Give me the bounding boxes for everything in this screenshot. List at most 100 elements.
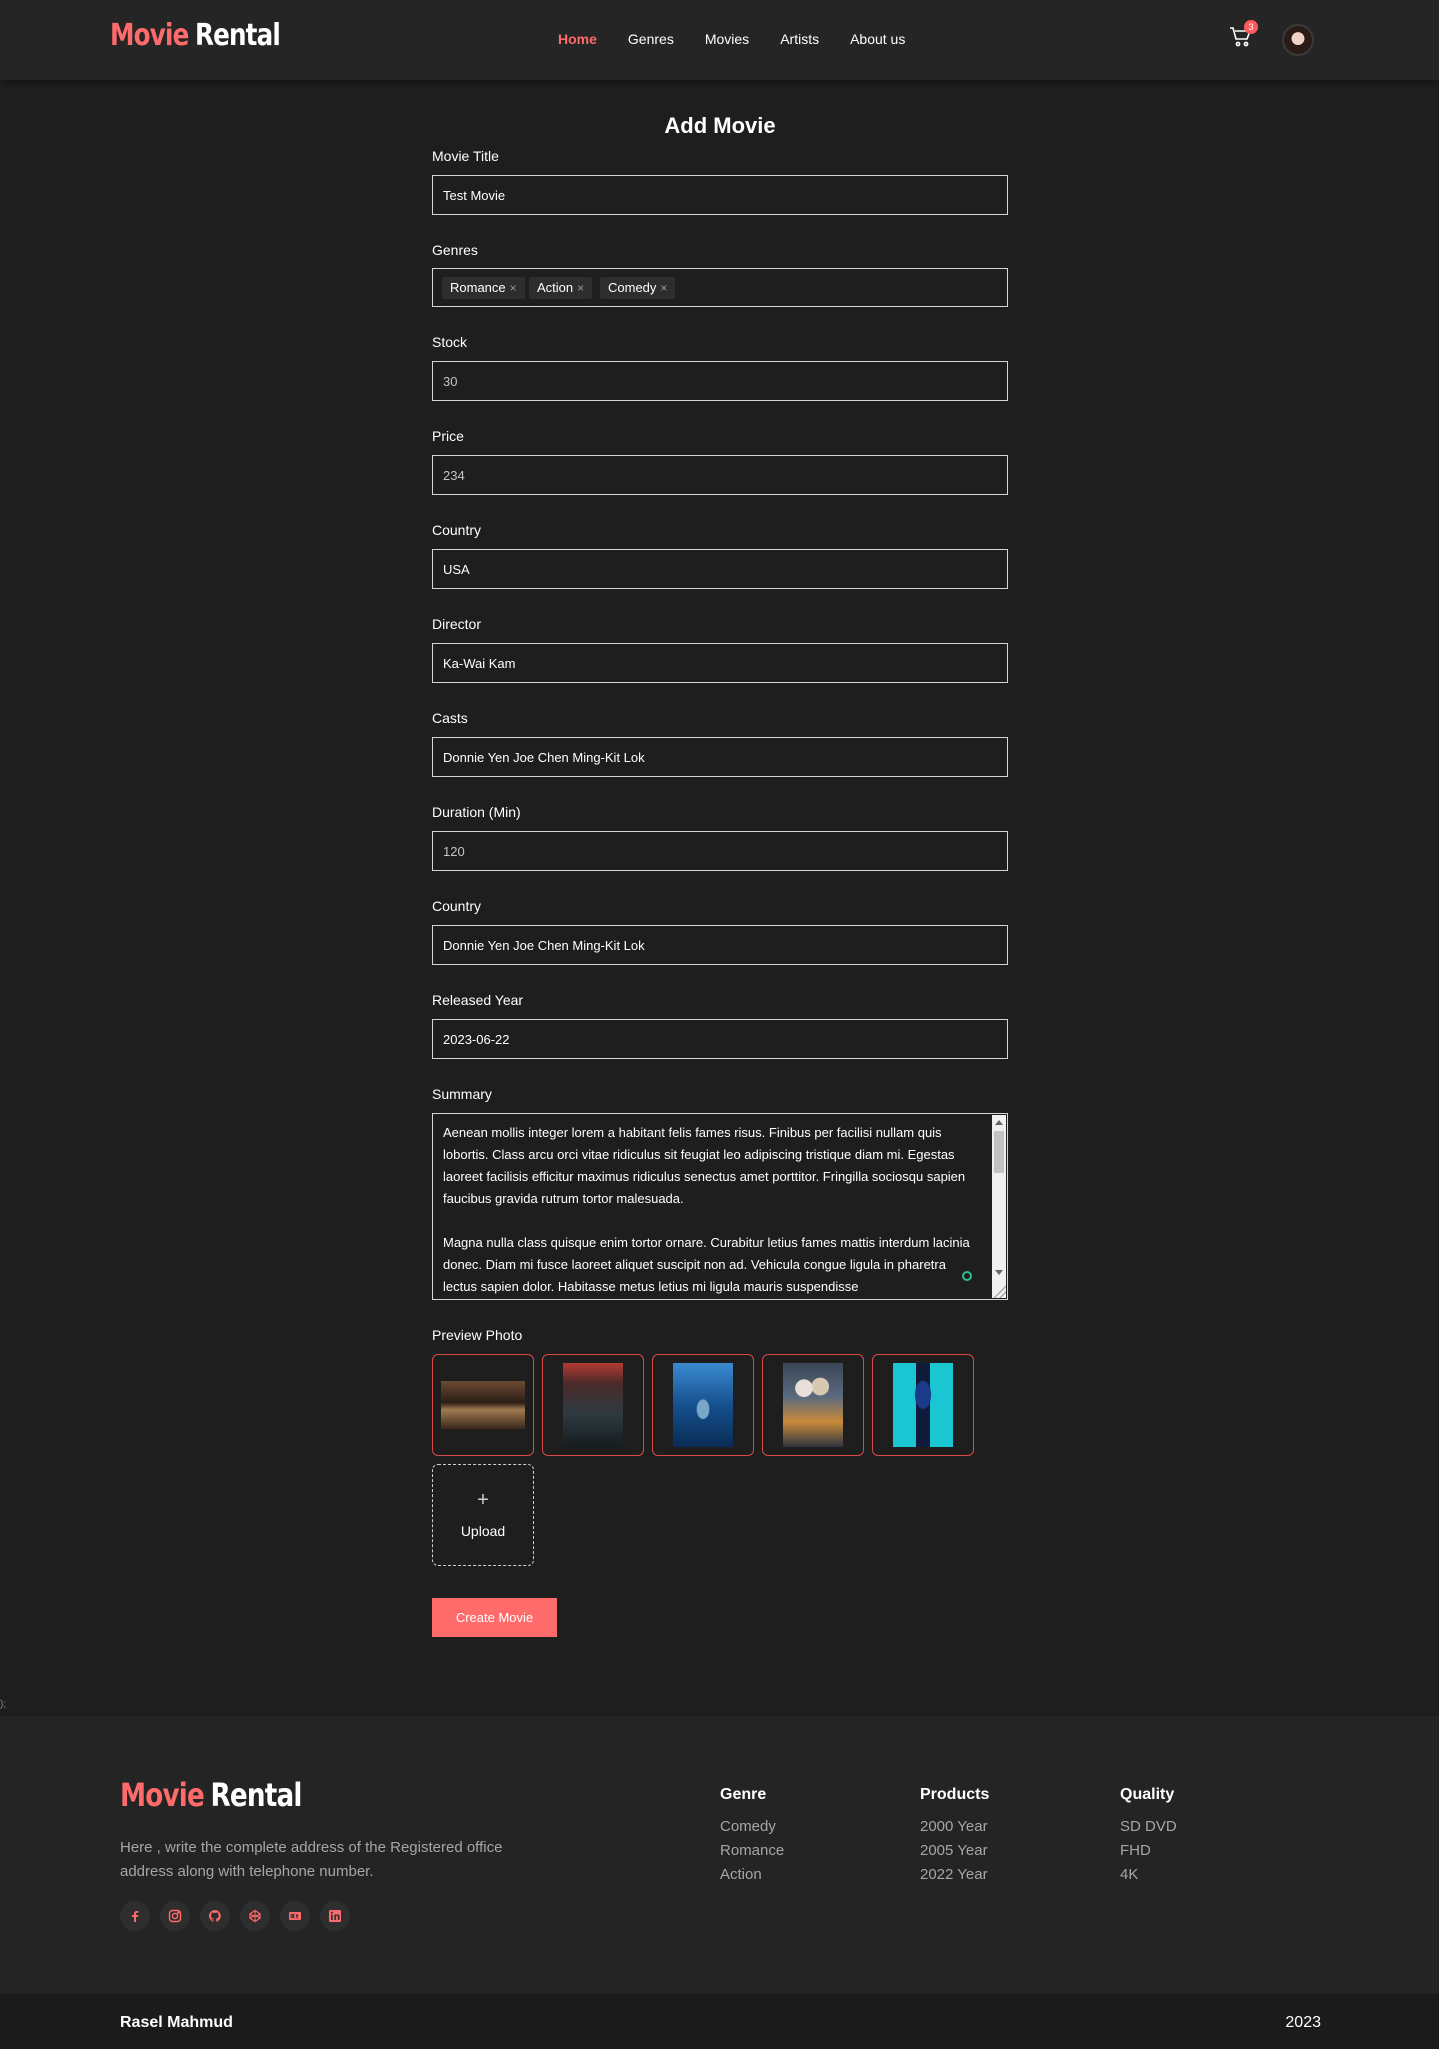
- nav-genres[interactable]: Genres: [628, 31, 674, 47]
- footer-description: Here , write the complete address of the…: [120, 1839, 503, 1880]
- casts-value: Donnie Yen Joe Chen Ming-Kit Lok: [443, 750, 645, 765]
- social-links: [120, 1901, 360, 1931]
- bottom-bar: Rasel Mahmud 2023: [0, 1994, 1439, 2049]
- summary-paragraph-2: Magna nulla class quisque enim tortor or…: [443, 1235, 970, 1294]
- movie-title-value: Test Movie: [443, 188, 506, 203]
- summary-textarea[interactable]: Aenean mollis integer lorem a habitant f…: [432, 1113, 1008, 1300]
- preview-thumbnail[interactable]: [542, 1354, 644, 1456]
- footer-link[interactable]: Romance: [720, 1839, 784, 1863]
- summary-label: Summary: [432, 1086, 492, 1102]
- preview-thumbnail[interactable]: [872, 1354, 974, 1456]
- facebook-icon[interactable]: [120, 1901, 150, 1931]
- cart-count-badge: 3: [1244, 20, 1258, 34]
- summary-scrollbar[interactable]: [992, 1115, 1006, 1298]
- photo-city-street: [563, 1363, 623, 1447]
- stock-input[interactable]: 30: [432, 361, 1008, 401]
- footer-link[interactable]: 2022 Year: [920, 1863, 989, 1887]
- github-icon[interactable]: [200, 1901, 230, 1931]
- footer-link[interactable]: 4K: [1120, 1863, 1177, 1887]
- casts-input[interactable]: Donnie Yen Joe Chen Ming-Kit Lok: [432, 737, 1008, 777]
- country2-value: Donnie Yen Joe Chen Ming-Kit Lok: [443, 938, 645, 953]
- preview-thumbnail[interactable]: [762, 1354, 864, 1456]
- country2-label: Country: [432, 898, 482, 914]
- stray-text: );: [0, 1699, 7, 1710]
- scroll-up-arrow-icon[interactable]: [995, 1120, 1003, 1125]
- main-nav: Home Genres Movies Artists About us: [558, 31, 936, 47]
- scroll-down-arrow-icon[interactable]: [995, 1270, 1003, 1275]
- country-label: Country: [432, 522, 482, 538]
- close-icon[interactable]: ×: [510, 281, 517, 295]
- duration-value: 120: [443, 844, 465, 859]
- footer-author: Rasel Mahmud: [120, 2014, 233, 2031]
- released-year-label: Released Year: [432, 992, 524, 1008]
- duration-label: Duration (Min): [432, 804, 521, 820]
- page-title: Add Movie: [664, 113, 776, 138]
- photo-anime-couple: [783, 1363, 843, 1447]
- photo-blue-hand: [893, 1363, 953, 1447]
- create-movie-button[interactable]: Create Movie: [432, 1598, 557, 1637]
- grammar-checker-icon[interactable]: [962, 1271, 972, 1281]
- user-avatar[interactable]: [1282, 24, 1314, 56]
- preview-thumbnail[interactable]: [432, 1354, 534, 1456]
- preview-thumbnail[interactable]: [652, 1354, 754, 1456]
- footer: Movie Rental Here , write the complete a…: [0, 1716, 1439, 1994]
- released-year-input[interactable]: 2023-06-22: [432, 1019, 1008, 1059]
- scroll-thumb[interactable]: [994, 1131, 1004, 1173]
- footer-link[interactable]: SD DVD: [1120, 1815, 1177, 1839]
- top-navbar: Movie Rental Home Genres Movies Artists …: [0, 0, 1439, 80]
- brand-logo[interactable]: Movie Rental: [110, 18, 281, 53]
- nav-artists[interactable]: Artists: [780, 31, 819, 47]
- footer-column-genre: Genre Comedy Romance Action: [720, 1786, 784, 1887]
- country-input[interactable]: USA: [432, 549, 1008, 589]
- nav-home[interactable]: Home: [558, 31, 597, 47]
- instagram-icon[interactable]: [160, 1901, 190, 1931]
- photo-hall: [441, 1381, 525, 1429]
- footer-link[interactable]: FHD: [1120, 1839, 1177, 1863]
- genres-multiselect[interactable]: Romance × Action × Comedy ×: [432, 268, 1008, 307]
- footer-link[interactable]: Comedy: [720, 1815, 784, 1839]
- stock-label: Stock: [432, 334, 468, 350]
- summary-paragraph-1: Aenean mollis integer lorem a habitant f…: [443, 1125, 966, 1206]
- nav-about-us[interactable]: About us: [850, 31, 905, 47]
- country2-input[interactable]: Donnie Yen Joe Chen Ming-Kit Lok: [432, 925, 1008, 965]
- movie-title-input[interactable]: Test Movie: [432, 175, 1008, 215]
- upload-label: Upload: [460, 1523, 506, 1539]
- country-value: USA: [443, 562, 470, 577]
- price-label: Price: [432, 428, 464, 444]
- dev-icon[interactable]: [280, 1901, 310, 1931]
- movie-title-label: Movie Title: [432, 148, 499, 164]
- footer-brand-part1: Movie: [120, 1776, 205, 1814]
- price-input[interactable]: 234: [432, 455, 1008, 495]
- genres-label: Genres: [432, 242, 478, 258]
- stock-value: 30: [443, 374, 458, 389]
- footer-column-title: Genre: [720, 1786, 767, 1803]
- genre-tag: Romance ×: [442, 277, 525, 299]
- brand-name-part2: Rental: [194, 18, 281, 53]
- close-icon[interactable]: ×: [577, 281, 584, 295]
- photo-shark: [673, 1363, 733, 1447]
- footer-link[interactable]: 2005 Year: [920, 1839, 989, 1863]
- preview-photo-label: Preview Photo: [432, 1327, 523, 1343]
- duration-input[interactable]: 120: [432, 831, 1008, 871]
- casts-label: Casts: [432, 710, 468, 726]
- codepen-icon[interactable]: [240, 1901, 270, 1931]
- genre-tag: Action ×: [529, 277, 593, 299]
- price-value: 234: [443, 468, 465, 483]
- linkedin-icon[interactable]: [320, 1901, 350, 1931]
- close-icon[interactable]: ×: [660, 281, 667, 295]
- director-value: Ka-Wai Kam: [443, 656, 516, 671]
- director-input[interactable]: Ka-Wai Kam: [432, 643, 1008, 683]
- footer-link[interactable]: 2000 Year: [920, 1815, 989, 1839]
- footer-brand-logo[interactable]: Movie Rental: [120, 1776, 302, 1814]
- brand-name-part1: Movie: [110, 18, 189, 53]
- nav-movies[interactable]: Movies: [705, 31, 749, 47]
- footer-column-quality: Quality SD DVD FHD 4K: [1120, 1786, 1177, 1887]
- footer-brand-part2: Rental: [210, 1776, 302, 1814]
- resize-grip-icon[interactable]: [992, 1284, 1006, 1298]
- upload-button[interactable]: + Upload: [432, 1464, 534, 1566]
- released-year-value: 2023-06-22: [443, 1032, 510, 1047]
- footer-link[interactable]: Action: [720, 1863, 784, 1887]
- footer-column-title: Products: [920, 1786, 990, 1803]
- footer-column-title: Quality: [1120, 1786, 1175, 1803]
- plus-icon: +: [477, 1489, 489, 1511]
